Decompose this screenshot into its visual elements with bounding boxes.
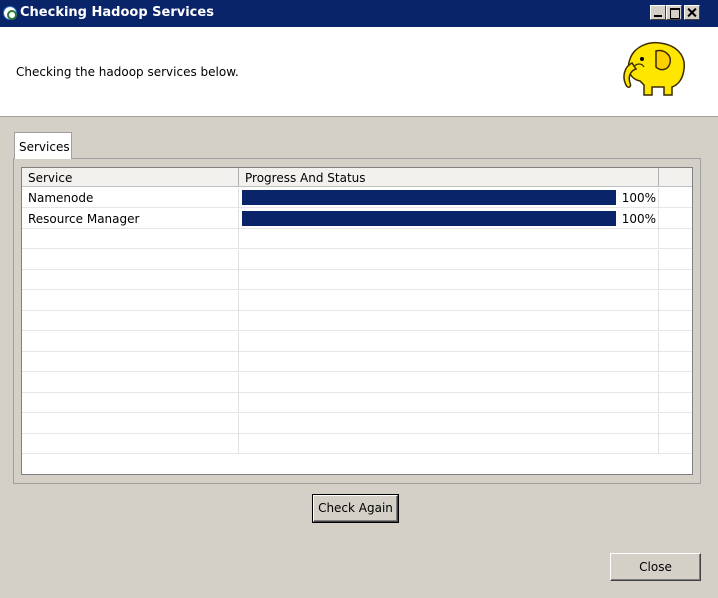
hadoop-elephant-logo <box>623 41 685 96</box>
extra-cell <box>659 434 692 454</box>
table-row[interactable]: Resource Manager 100% <box>22 208 692 229</box>
progress-cell <box>239 270 659 290</box>
table-row[interactable] <box>22 372 692 393</box>
service-name-cell: Resource Manager <box>22 208 239 229</box>
service-name-cell <box>22 270 239 290</box>
table-row[interactable] <box>22 352 692 372</box>
table-row[interactable] <box>22 331 692 352</box>
progress-cell <box>239 413 659 434</box>
table-row[interactable] <box>22 270 692 290</box>
service-name-cell <box>22 229 239 249</box>
progress-cell <box>239 393 659 413</box>
progress-cell <box>239 290 659 311</box>
service-name-cell <box>22 311 239 331</box>
service-name-cell <box>22 290 239 311</box>
progress-status-text: 100% <box>621 211 656 226</box>
progress-cell <box>239 434 659 454</box>
maximize-button[interactable] <box>666 5 682 20</box>
progress-cell <box>239 372 659 393</box>
tab-services-label: Services <box>19 140 70 154</box>
progress-cell <box>239 331 659 352</box>
service-name-cell: Namenode <box>22 188 239 208</box>
services-table: Service Progress And Status Namenode 100%… <box>21 167 693 475</box>
progress-cell <box>239 352 659 372</box>
header-description: Checking the hadoop services below. <box>16 65 239 79</box>
progress-status-text: 100% <box>621 191 656 205</box>
table-row[interactable] <box>22 393 692 413</box>
progress-bar <box>242 210 616 226</box>
progress-cell <box>239 311 659 331</box>
check-again-button[interactable]: Check Again <box>312 494 399 523</box>
table-row[interactable] <box>22 290 692 311</box>
extra-cell <box>659 352 692 372</box>
service-name-cell <box>22 413 239 434</box>
service-name-cell <box>22 249 239 270</box>
window-title: Checking Hadoop Services <box>20 5 214 20</box>
app-icon <box>3 6 17 20</box>
extra-cell <box>659 414 692 434</box>
extra-cell <box>659 311 692 331</box>
service-name-cell <box>22 434 239 454</box>
progress-bar <box>242 190 616 205</box>
column-header-progress[interactable]: Progress And Status <box>239 168 659 186</box>
table-header: Service Progress And Status <box>22 168 692 187</box>
table-row[interactable] <box>22 229 692 249</box>
table-row[interactable] <box>22 434 692 454</box>
progress-cell: 100% <box>239 188 659 208</box>
service-name-cell <box>22 352 239 372</box>
table-row[interactable] <box>22 249 692 270</box>
extra-cell <box>659 393 692 413</box>
table-row[interactable] <box>22 311 692 331</box>
column-header-extra[interactable] <box>659 168 692 186</box>
service-name-cell <box>22 372 239 393</box>
extra-cell <box>659 188 692 208</box>
tab-services[interactable]: Services <box>14 132 72 159</box>
extra-cell <box>659 291 692 311</box>
minimize-button[interactable] <box>650 5 666 20</box>
extra-cell <box>659 229 692 249</box>
service-name-cell <box>22 331 239 352</box>
progress-cell: 100% <box>239 208 659 229</box>
extra-cell <box>659 270 692 290</box>
table-row[interactable] <box>22 413 692 434</box>
extra-cell <box>659 209 692 229</box>
table-row[interactable]: Namenode 100% <box>22 188 692 208</box>
title-bar: Checking Hadoop Services <box>0 0 718 27</box>
extra-cell <box>659 332 692 352</box>
close-button[interactable]: Close <box>610 553 701 581</box>
extra-cell <box>659 250 692 270</box>
header-banner: Checking the hadoop services below. <box>0 27 718 117</box>
service-name-cell <box>22 393 239 413</box>
close-window-button[interactable] <box>684 5 700 20</box>
progress-cell <box>239 249 659 270</box>
extra-cell <box>659 373 692 393</box>
progress-cell <box>239 229 659 249</box>
column-header-service[interactable]: Service <box>22 168 239 186</box>
